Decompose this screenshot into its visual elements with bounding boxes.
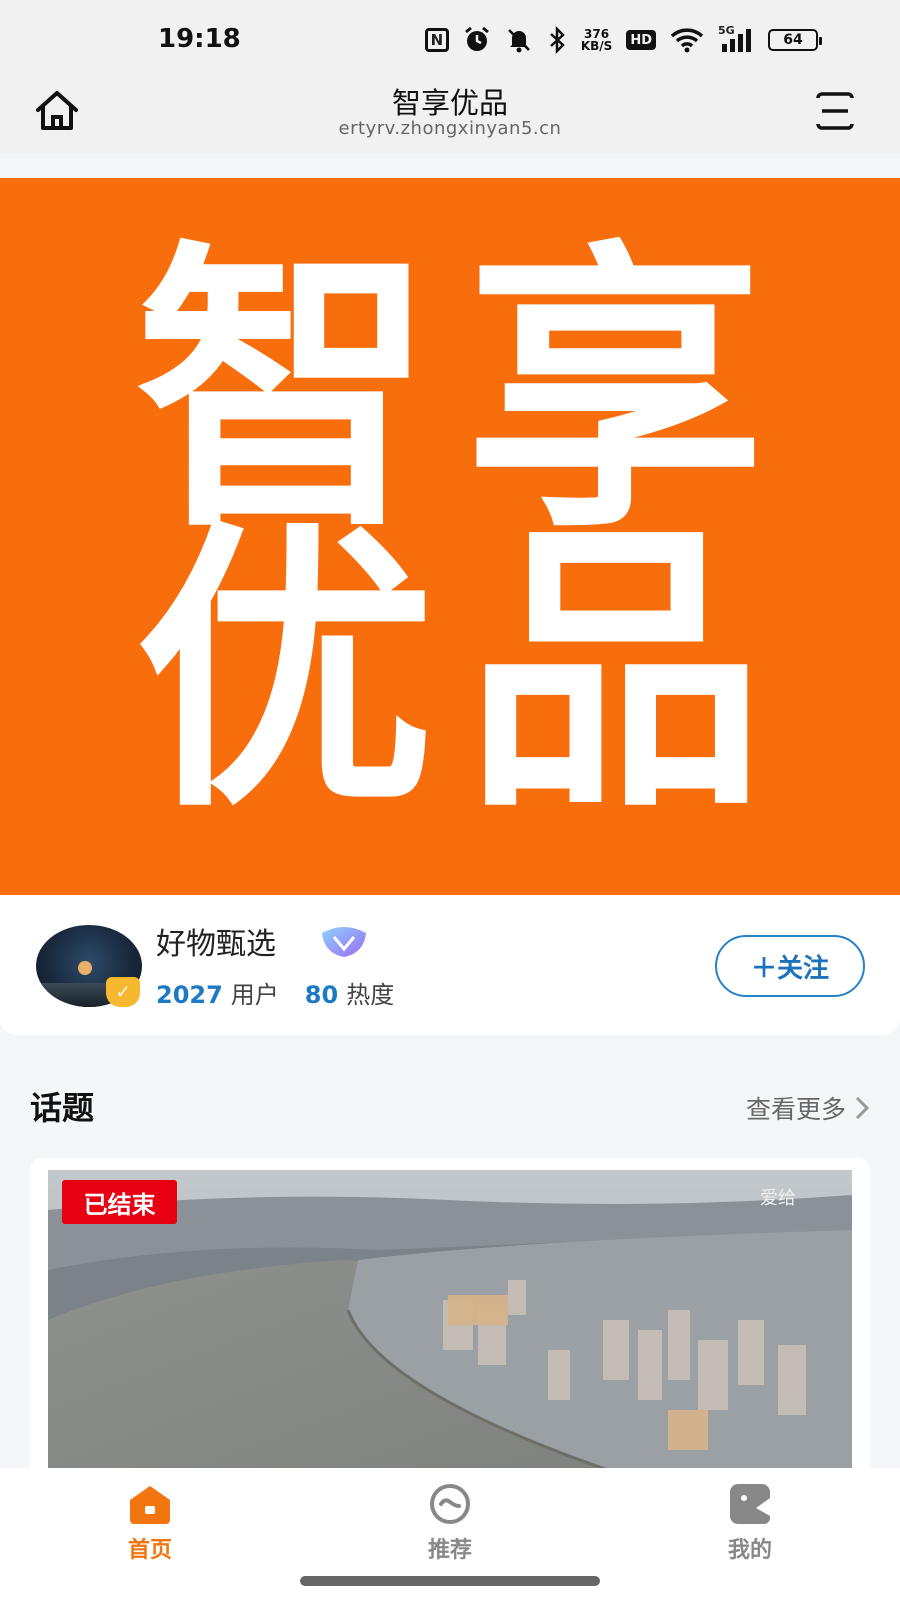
chevron-right-icon [855,1096,870,1120]
status-tag-ended: 已结束 [62,1180,177,1224]
alarm-icon [463,26,491,54]
nfc-icon: N [424,28,449,52]
battery-icon: 64 [768,29,822,51]
topics-title: 话题 [30,1089,95,1127]
see-more-label: 查看更多 [745,1095,846,1124]
follow-button[interactable]: ＋关注 [715,935,865,997]
shop-profile-card: ✓ 好物甄选 2027 用户 80 热度 ＋关注 [0,895,900,1035]
home-indicator[interactable] [300,1576,600,1586]
heat-stat: 80 热度 [305,975,394,1010]
banner-char-1: 智 [135,218,435,567]
status-icons: N 376 KB/S HD 5G 64 [424,24,822,56]
users-count: 2027 [156,981,223,1009]
heat-count: 80 [304,981,339,1009]
network-speed-unit: KB/S [580,39,613,53]
tab-home-label: 首页 [127,1538,172,1563]
banner-char-4: 品 [465,498,765,847]
tab-mine-label: 我的 [727,1538,772,1563]
banner-logo-text: 智 享 优 品 [120,218,780,847]
status-bar: 19:18 N 376 KB/S HD 5G 64 [0,0,900,78]
network-speed: 376 KB/S [581,26,612,54]
battery-level: 64 [783,32,803,48]
users-label: 用户 [230,981,279,1009]
mute-icon [505,26,533,54]
page-title: 智享优品 [391,86,508,120]
wifi-icon [670,26,704,54]
header: 智享优品 ertyrv.zhongxinyan5.cn [0,78,900,154]
tab-mine[interactable]: 我的 [680,1482,820,1572]
menu-icon[interactable] [808,84,862,138]
home-icon [130,1486,170,1524]
see-more-link[interactable]: 查看更多 [746,1090,870,1126]
status-time: 19:18 [158,24,241,54]
vip-crown-icon [316,923,372,959]
tab-recommend[interactable]: 推荐 [380,1482,520,1572]
verified-badge-icon: ✓ [106,977,140,1007]
users-stat: 2027 用户 [156,975,279,1010]
shop-name: 好物甄选 [156,927,276,962]
shop-stats: 2027 用户 80 热度 [156,975,394,1010]
banner-char-2: 享 [465,218,765,567]
hd-icon: HD [626,30,656,50]
tab-home[interactable]: 首页 [80,1482,220,1572]
signal-icon: 5G [718,24,754,54]
page-url: ertyrv.zhongxinyan5.cn [338,118,562,139]
brand-banner[interactable]: 智 享 优 品 [0,178,900,895]
recommend-icon [430,1484,470,1524]
profile-icon [730,1484,770,1524]
signal-label: 5G [718,24,735,37]
tab-recommend-label: 推荐 [427,1538,472,1563]
image-watermark: 爱给 [760,1188,796,1209]
avatar-moon [78,961,92,975]
banner-char-3: 优 [135,498,435,847]
heat-label: 热度 [346,981,395,1009]
bluetooth-icon [547,26,567,54]
